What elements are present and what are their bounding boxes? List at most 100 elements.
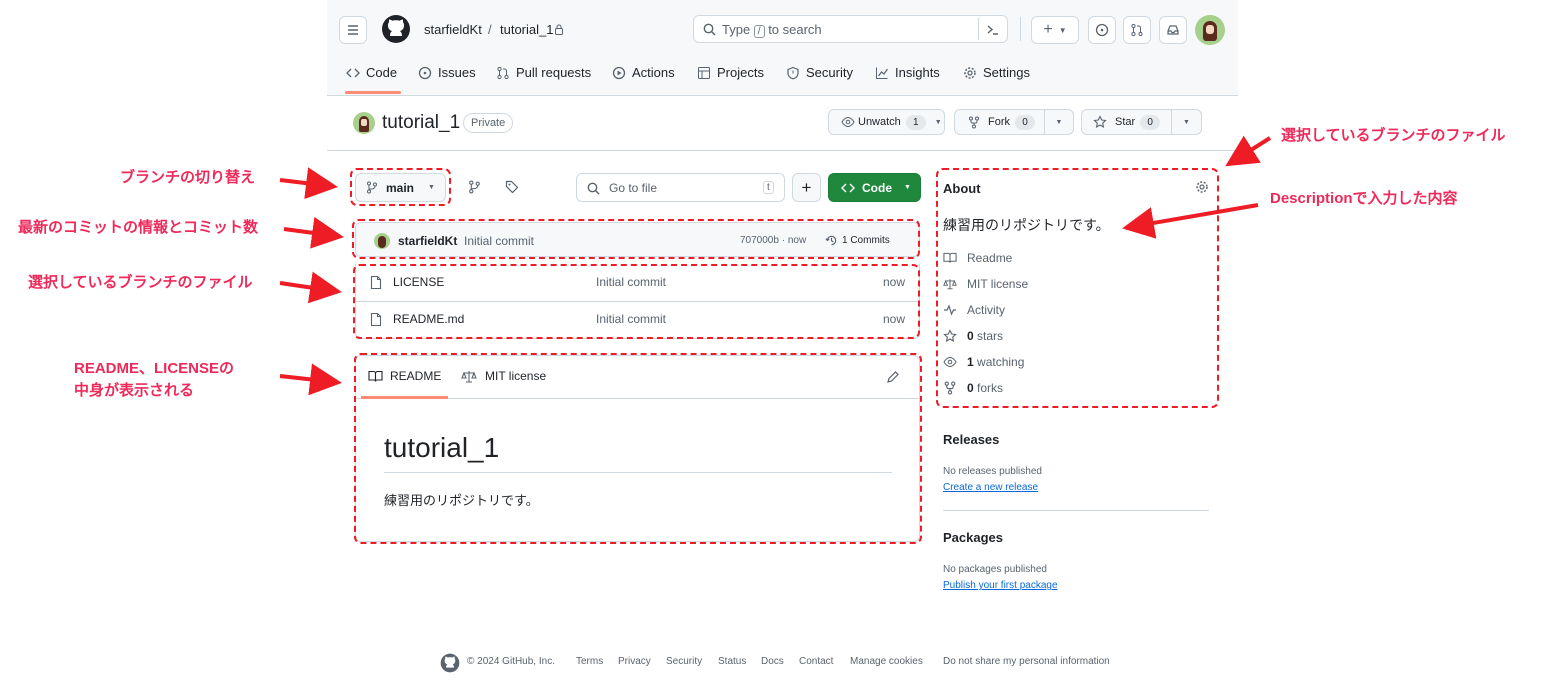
star-icon	[1093, 115, 1107, 128]
packages-title[interactable]: Packages	[943, 530, 1003, 545]
tab-insights[interactable]: Insights	[875, 65, 940, 80]
tab-code-underline	[345, 91, 401, 94]
search-slash-key: /	[753, 25, 765, 38]
watch-count: 1	[905, 114, 926, 130]
branches-icon[interactable]	[468, 180, 481, 194]
plus-icon: +	[801, 177, 812, 197]
footer-contact-link[interactable]: Contact	[799, 656, 833, 667]
commit-highlight-box	[352, 219, 920, 259]
unwatch-button[interactable]: Unwatch 1 ▼	[828, 109, 945, 135]
annotation-branch-files-top: 選択しているブランチのファイル	[1281, 127, 1506, 144]
repo-header: starfieldKt / tutorial_1 Type / to searc…	[327, 0, 1238, 96]
footer-manage-cookies-link[interactable]: Manage cookies	[850, 656, 923, 667]
releases-title[interactable]: Releases	[943, 432, 999, 447]
tab-settings-label: Settings	[983, 65, 1030, 80]
pull-request-icon	[497, 66, 509, 79]
releases-empty: No releases published	[943, 466, 1042, 477]
footer-copyright: © 2024 GitHub, Inc.	[467, 656, 555, 667]
fork-button[interactable]: Fork 0	[954, 109, 1045, 135]
code-icon	[841, 183, 855, 192]
breadcrumb-separator: /	[488, 22, 492, 37]
fork-icon	[969, 116, 979, 128]
issue-icon	[418, 66, 432, 79]
create-release-link[interactable]: Create a new release	[943, 482, 1038, 493]
inbox-button[interactable]	[1159, 16, 1187, 44]
tab-pull-requests-label: Pull requests	[516, 65, 592, 80]
plus-icon: +	[1043, 21, 1053, 38]
files-highlight-box	[353, 264, 920, 339]
gear-icon	[964, 66, 976, 79]
github-logo-icon[interactable]	[440, 653, 460, 673]
tab-projects[interactable]: Projects	[697, 65, 764, 80]
annotation-arrows	[279, 135, 1272, 396]
chevron-down-icon: ▼	[1183, 118, 1190, 126]
unwatch-label: Unwatch	[858, 116, 901, 128]
star-dropdown-button[interactable]: ▼	[1171, 109, 1202, 135]
annotation-latest-commit: 最新のコミットの情報とコミット数	[18, 219, 259, 236]
annotation-readme-license-line2: 中身が表示される	[74, 382, 195, 399]
fork-count: 0	[1015, 114, 1035, 130]
tab-issues[interactable]: Issues	[418, 65, 476, 80]
tab-code[interactable]: Code	[346, 65, 397, 80]
go-to-file-input[interactable]: Go to file t	[576, 173, 785, 202]
arrow-icon	[283, 216, 344, 249]
star-label: Star	[1115, 116, 1136, 128]
divider	[327, 150, 1238, 151]
footer-status-link[interactable]: Status	[718, 656, 746, 667]
tab-actions-label: Actions	[632, 65, 675, 80]
annotation-description: Descriptionで入力した内容	[1270, 190, 1458, 207]
tab-actions[interactable]: Actions	[612, 65, 675, 80]
footer-docs-link[interactable]: Docs	[761, 656, 784, 667]
hamburger-menu-button[interactable]	[339, 16, 367, 44]
star-count: 0	[1140, 114, 1161, 130]
annotation-branch-files: 選択しているブランチのファイル	[28, 274, 253, 291]
packages-empty: No packages published	[943, 564, 1047, 575]
tab-settings[interactable]: Settings	[963, 65, 1030, 80]
code-button[interactable]: Code ▼	[828, 173, 921, 202]
search-icon	[587, 182, 600, 195]
tab-projects-label: Projects	[717, 65, 764, 80]
breadcrumb-repo[interactable]: tutorial_1	[500, 22, 553, 37]
arrow-icon	[279, 363, 342, 396]
tag-icon[interactable]	[505, 180, 519, 194]
footer-terms-link[interactable]: Terms	[576, 656, 603, 667]
lock-icon	[555, 24, 563, 35]
arrow-icon	[279, 167, 338, 200]
pull-request-icon	[1131, 23, 1143, 37]
menu-icon	[348, 25, 358, 35]
footer-do-not-share-link[interactable]: Do not share my personal information	[943, 656, 1110, 667]
tab-security[interactable]: Security	[786, 65, 853, 80]
readme-highlight-box	[354, 353, 922, 544]
star-button[interactable]: Star 0	[1081, 109, 1172, 135]
go-to-file-placeholder: Go to file	[609, 181, 658, 195]
visibility-badge: Private	[463, 113, 514, 133]
publish-package-link[interactable]: Publish your first package	[943, 580, 1058, 591]
about-highlight-box	[936, 168, 1219, 408]
branch-highlight-box	[350, 168, 451, 206]
breadcrumb-owner[interactable]: starfieldKt	[424, 22, 482, 37]
tab-issues-label: Issues	[438, 65, 476, 80]
pull-requests-button[interactable]	[1123, 16, 1151, 44]
annotation-readme-license-line1: README、LICENSEの	[74, 360, 235, 377]
tab-pull-requests[interactable]: Pull requests	[496, 65, 591, 80]
chevron-down-icon: ▼	[1058, 25, 1067, 35]
create-new-button[interactable]: + ▼	[1031, 16, 1079, 44]
code-icon	[346, 68, 360, 77]
issues-button[interactable]	[1088, 16, 1116, 44]
user-avatar[interactable]	[1195, 15, 1225, 45]
graph-icon	[876, 67, 888, 79]
search-icon	[703, 23, 716, 36]
github-logo-icon[interactable]	[381, 14, 411, 44]
footer-security-link[interactable]: Security	[666, 656, 702, 667]
command-palette-icon[interactable]	[986, 23, 1000, 36]
code-button-label: Code	[862, 180, 892, 195]
repo-title[interactable]: tutorial_1	[382, 112, 460, 134]
eye-icon	[841, 116, 855, 128]
add-file-button[interactable]: +	[792, 173, 821, 202]
global-search-input[interactable]: Type / to search	[693, 15, 1008, 43]
fork-dropdown-button[interactable]: ▼	[1044, 109, 1074, 135]
go-to-file-shortcut: t	[763, 181, 774, 194]
footer-privacy-link[interactable]: Privacy	[618, 656, 651, 667]
shield-icon	[787, 66, 799, 79]
tab-insights-label: Insights	[895, 65, 940, 80]
